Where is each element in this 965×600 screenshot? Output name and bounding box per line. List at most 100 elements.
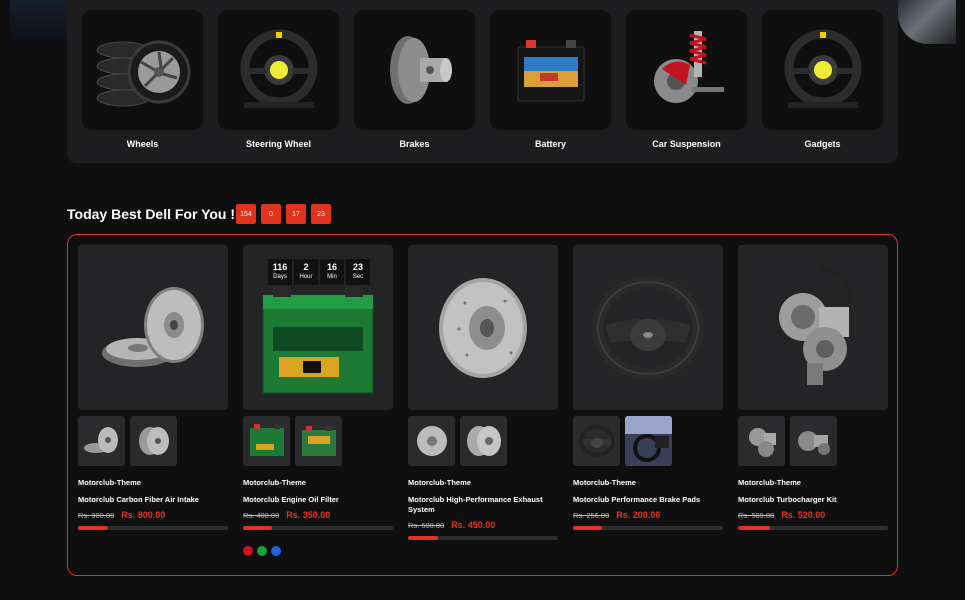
product-image[interactable] bbox=[408, 245, 558, 410]
countdown-seconds: 23 Sec bbox=[346, 259, 370, 285]
product-card[interactable]: 116 Days 2 Hour 16 Min 23 Sec Motorclub-Them… bbox=[243, 245, 393, 556]
category-label[interactable]: Car Suspension bbox=[626, 139, 747, 149]
steering-wheel-icon bbox=[578, 425, 615, 457]
battery-icon bbox=[517, 40, 584, 102]
product-brand: Motorclub-Theme bbox=[573, 478, 636, 487]
product-old-price: Rs. 256.00 bbox=[573, 511, 610, 520]
category-wheels[interactable]: Wheels bbox=[82, 10, 203, 149]
car-interior-icon bbox=[625, 416, 672, 466]
product-old-price: Rs. 900.00 bbox=[78, 511, 115, 520]
category-tile[interactable] bbox=[490, 10, 611, 130]
product-brand: Motorclub-Theme bbox=[243, 478, 306, 487]
product-thumbnail[interactable] bbox=[573, 416, 620, 466]
category-label[interactable]: Brakes bbox=[354, 139, 475, 149]
category-tile[interactable] bbox=[218, 10, 339, 130]
product-countdown: 116 Days 2 Hour 16 Min 23 Sec bbox=[268, 259, 370, 285]
countdown-minutes: 16 Min bbox=[320, 259, 344, 285]
product-card[interactable]: Motorclub-Theme Motorclub Performance Br… bbox=[573, 245, 723, 530]
product-image[interactable]: 116 Days 2 Hour 16 Min 23 Sec bbox=[243, 245, 393, 410]
product-thumbnail[interactable] bbox=[295, 416, 342, 466]
product-new-price: Rs. 450.00 bbox=[451, 520, 496, 530]
product-name[interactable]: Motorclub High-Performance Exhaust Syste… bbox=[408, 495, 558, 515]
product-thumbnail[interactable] bbox=[130, 416, 177, 466]
product-image[interactable] bbox=[738, 245, 888, 410]
color-swatch-red[interactable] bbox=[243, 546, 253, 556]
category-label[interactable]: Steering Wheel bbox=[218, 139, 339, 149]
brake-disc-icon bbox=[416, 426, 447, 456]
turbo-icon bbox=[779, 266, 852, 385]
product-name[interactable]: Motorclub Engine Oil Filter bbox=[243, 495, 393, 505]
color-swatches bbox=[243, 546, 393, 556]
category-tile[interactable] bbox=[762, 10, 883, 130]
category-steering-wheel[interactable]: Steering Wheel bbox=[218, 10, 339, 149]
product-card[interactable]: Motorclub-Theme Motorclub Turbocharger K… bbox=[738, 245, 888, 530]
product-brand: Motorclub-Theme bbox=[408, 478, 471, 487]
brake-disc-icon bbox=[439, 277, 527, 378]
turbo-icon bbox=[797, 431, 830, 455]
battery-icon bbox=[262, 286, 374, 393]
sold-progress-bar bbox=[573, 526, 723, 530]
sold-progress-bar bbox=[78, 526, 228, 530]
product-card[interactable]: Motorclub-Theme Motorclub High-Performan… bbox=[408, 245, 558, 540]
brake-icon bbox=[389, 36, 452, 104]
product-new-price: Rs. 200.00 bbox=[616, 510, 661, 520]
countdown-value: 2 bbox=[303, 262, 309, 272]
product-name[interactable]: Motorclub Carbon Fiber Air Intake bbox=[78, 495, 228, 505]
product-image[interactable] bbox=[78, 245, 228, 410]
category-tile[interactable] bbox=[82, 10, 203, 130]
category-car-suspension[interactable]: Car Suspension bbox=[626, 10, 747, 149]
countdown-label: Sec bbox=[352, 274, 364, 280]
product-thumbnail[interactable] bbox=[78, 416, 125, 466]
steering-wheel-icon bbox=[240, 29, 317, 108]
deal-title: Today Best Dell For You ! bbox=[67, 206, 236, 222]
product-old-price: Rs. 589.00 bbox=[738, 511, 775, 520]
product-brand: Motorclub-Theme bbox=[78, 478, 141, 487]
category-label[interactable]: Battery bbox=[490, 139, 611, 149]
product-thumbnail[interactable] bbox=[460, 416, 507, 466]
category-tile[interactable] bbox=[354, 10, 475, 130]
product-thumbnail[interactable] bbox=[625, 416, 672, 466]
sold-progress-bar bbox=[408, 536, 558, 540]
brake-disc-icon bbox=[83, 427, 118, 453]
category-label[interactable]: Gadgets bbox=[762, 139, 883, 149]
deal-timer-hours: 0 bbox=[261, 204, 281, 224]
countdown-value: 23 bbox=[352, 262, 363, 272]
sold-progress-fill bbox=[408, 536, 438, 540]
category-gadgets[interactable]: Gadgets bbox=[762, 10, 883, 149]
product-new-price: Rs. 800.00 bbox=[121, 510, 166, 520]
product-image[interactable] bbox=[573, 245, 723, 410]
product-thumbnail[interactable] bbox=[243, 416, 290, 466]
category-label[interactable]: Wheels bbox=[82, 139, 203, 149]
product-name[interactable]: Motorclub Turbocharger Kit bbox=[738, 495, 888, 505]
color-swatch-green[interactable] bbox=[257, 546, 267, 556]
deal-products-panel: Motorclub-Theme Motorclub Carbon Fiber A… bbox=[67, 234, 898, 576]
product-new-price: Rs. 520.00 bbox=[781, 510, 826, 520]
sold-progress-fill bbox=[573, 526, 602, 530]
countdown-label: Hour bbox=[299, 274, 313, 280]
steering-wheel-icon bbox=[593, 276, 703, 379]
deal-timer-seconds: 23 bbox=[311, 204, 331, 224]
color-swatch-blue[interactable] bbox=[271, 546, 281, 556]
corner-image-right bbox=[898, 0, 956, 44]
category-panel: Wheels Steering Wheel Brakes Battery Car… bbox=[67, 0, 898, 163]
brake-disc-icon bbox=[466, 426, 501, 456]
product-card[interactable]: Motorclub-Theme Motorclub Carbon Fiber A… bbox=[78, 245, 228, 530]
battery-icon bbox=[301, 426, 336, 456]
category-tile[interactable] bbox=[626, 10, 747, 130]
sold-progress-fill bbox=[78, 526, 108, 530]
category-battery[interactable]: Battery bbox=[490, 10, 611, 149]
category-brakes[interactable]: Brakes bbox=[354, 10, 475, 149]
countdown-label: Days bbox=[273, 274, 287, 280]
product-brand: Motorclub-Theme bbox=[738, 478, 801, 487]
steering-wheel-icon bbox=[784, 29, 861, 108]
product-thumbnail[interactable] bbox=[790, 416, 837, 466]
product-thumbnail[interactable] bbox=[408, 416, 455, 466]
product-name[interactable]: Motorclub Performance Brake Pads bbox=[573, 495, 723, 505]
brake-disc-icon bbox=[138, 427, 169, 455]
turbo-icon bbox=[748, 428, 776, 457]
product-thumbnail[interactable] bbox=[738, 416, 785, 466]
countdown-value: 16 bbox=[326, 262, 337, 272]
sold-progress-fill bbox=[243, 526, 272, 530]
product-old-price: Rs. 500.00 bbox=[408, 521, 445, 530]
corner-image-left bbox=[10, 0, 68, 42]
